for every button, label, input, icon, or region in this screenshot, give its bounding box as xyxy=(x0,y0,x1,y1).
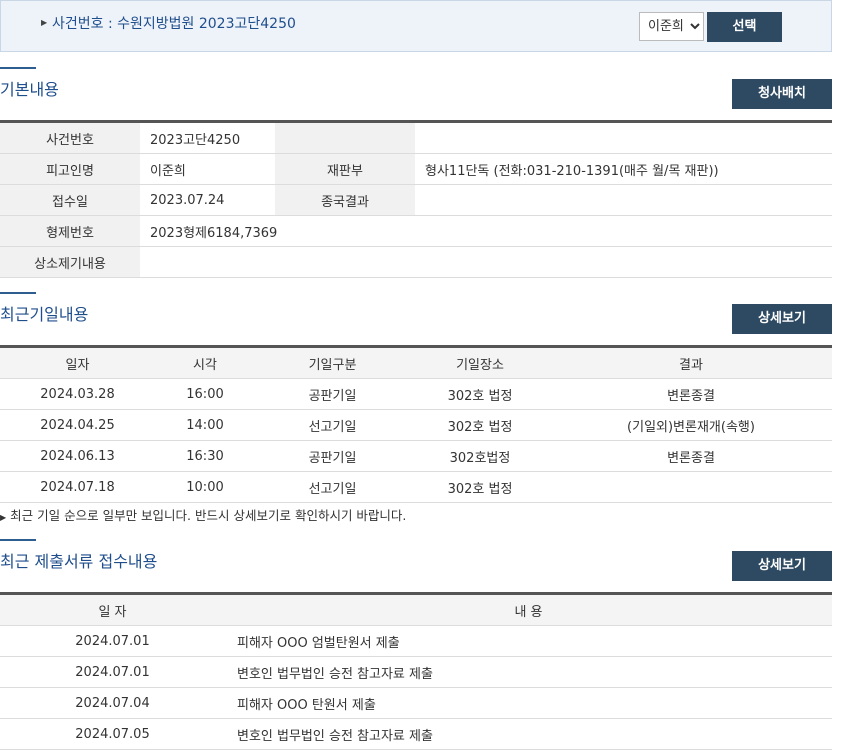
table-row: 2024.06.13 16:30 공판기일 302호법정 변론종결 xyxy=(0,440,832,472)
empty-label xyxy=(275,121,415,154)
hearings-note-text: 최근 기일 순으로 일부만 보입니다. 반드시 상세보기로 확인하시기 바랍니다… xyxy=(10,508,407,523)
table-row: 2024.07.01 변호인 법무법인 승전 참고자료 제출 xyxy=(0,656,832,688)
sentence-no-label: 형제번호 xyxy=(0,215,140,247)
hearings-detail-button[interactable]: 상세보기 xyxy=(732,304,832,334)
hearing-result: 변론종결 xyxy=(550,378,832,410)
table-row: 상소제기내용 xyxy=(0,246,832,278)
column-header: 내 용 xyxy=(225,593,832,626)
table-header-row: 일자 시각 기일구분 기일장소 결과 xyxy=(0,346,832,379)
hearing-result xyxy=(550,471,832,503)
appeal-value xyxy=(140,246,832,278)
empty-value xyxy=(415,121,832,154)
hearings-table: 일자 시각 기일구분 기일장소 결과 2024.03.28 16:00 공판기일… xyxy=(0,345,832,503)
bullet-icon: ▶ xyxy=(41,18,48,27)
table-row: 2024.07.05 변호인 법무법인 승전 참고자료 제출 xyxy=(0,718,832,750)
receipt-date-value: 2023.07.24 xyxy=(140,184,275,216)
hearing-date: 2024.06.13 xyxy=(0,440,155,472)
document-date: 2024.07.01 xyxy=(0,625,225,657)
table-row: 2024.04.25 14:00 선고기일 302호 법정 (기일외)변론재개(… xyxy=(0,409,832,441)
hearing-type: 선고기일 xyxy=(255,409,410,441)
court-value: 형사11단독 (전화:031-210-1391(매주 월/목 재판)) xyxy=(415,153,832,185)
section-marker xyxy=(0,539,36,541)
column-header: 결과 xyxy=(550,346,832,379)
table-row: 2024.07.04 피해자 OOO 탄원서 제출 xyxy=(0,687,832,719)
documents-section-title: 최근 제출서류 접수내용 xyxy=(0,552,158,571)
column-header: 시각 xyxy=(155,346,255,379)
table-row: 형제번호 2023형제6184,7369 xyxy=(0,215,832,247)
hearing-result: 변론종결 xyxy=(550,440,832,472)
table-row: 사건번호 2023고단4250 xyxy=(0,121,832,154)
bullet-icon: ▶ xyxy=(0,513,7,522)
hearing-date: 2024.03.28 xyxy=(0,378,155,410)
hearing-time: 10:00 xyxy=(155,471,255,503)
document-date: 2024.07.04 xyxy=(0,687,225,719)
section-marker xyxy=(0,292,36,294)
person-select[interactable]: 이준희 xyxy=(639,12,704,41)
column-header: 일 자 xyxy=(0,593,225,626)
hearing-place: 302호 법정 xyxy=(410,471,550,503)
table-row: 접수일 2023.07.24 종국결과 xyxy=(0,184,832,216)
document-date: 2024.07.05 xyxy=(0,718,225,750)
basic-info-table: 사건번호 2023고단4250 피고인명 이준희 재판부 형사11단독 (전화:… xyxy=(0,120,832,278)
column-header: 기일장소 xyxy=(410,346,550,379)
column-header: 일자 xyxy=(0,346,155,379)
hearing-date: 2024.04.25 xyxy=(0,409,155,441)
table-row: 2024.03.28 16:00 공판기일 302호 법정 변론종결 xyxy=(0,378,832,410)
basic-section-title: 기본내용 xyxy=(0,80,59,99)
document-date: 2024.07.01 xyxy=(0,656,225,688)
hearing-date: 2024.07.18 xyxy=(0,471,155,503)
hearing-type: 선고기일 xyxy=(255,471,410,503)
case-header-bar: ▶ 사건번호 : 수원지방법원 2023고단4250 이준희 선택 xyxy=(0,0,832,52)
defendant-label: 피고인명 xyxy=(0,153,140,185)
hearing-type: 공판기일 xyxy=(255,378,410,410)
table-row: 2024.07.18 10:00 선고기일 302호 법정 xyxy=(0,471,832,503)
case-no-label: 사건번호 xyxy=(0,121,140,154)
document-content: 피해자 OOO 엄벌탄원서 제출 xyxy=(225,625,832,657)
documents-table: 일 자 내 용 2024.07.01 피해자 OOO 엄벌탄원서 제출 2024… xyxy=(0,592,832,750)
hearing-place: 302호 법정 xyxy=(410,409,550,441)
hearing-time: 16:30 xyxy=(155,440,255,472)
document-content: 피해자 OOO 탄원서 제출 xyxy=(225,687,832,719)
appeal-label: 상소제기내용 xyxy=(0,246,140,278)
section-marker xyxy=(0,67,36,69)
hearing-place: 302호법정 xyxy=(410,440,550,472)
hearings-section-title: 최근기일내용 xyxy=(0,305,89,324)
final-result-value xyxy=(415,184,832,216)
table-row: 2024.07.01 피해자 OOO 엄벌탄원서 제출 xyxy=(0,625,832,657)
hearing-result: (기일외)변론재개(속행) xyxy=(550,409,832,441)
select-button[interactable]: 선택 xyxy=(707,12,782,42)
final-result-label: 종국결과 xyxy=(275,184,415,216)
document-content: 변호인 법무법인 승전 참고자료 제출 xyxy=(225,656,832,688)
hearing-place: 302호 법정 xyxy=(410,378,550,410)
table-header-row: 일 자 내 용 xyxy=(0,593,832,626)
sentence-no-value: 2023형제6184,7369 xyxy=(140,215,832,247)
documents-detail-button[interactable]: 상세보기 xyxy=(732,551,832,581)
case-no-value: 2023고단4250 xyxy=(140,121,275,154)
hearing-type: 공판기일 xyxy=(255,440,410,472)
receipt-date-label: 접수일 xyxy=(0,184,140,216)
hearings-note: ▶ 최근 기일 순으로 일부만 보입니다. 반드시 상세보기로 확인하시기 바랍니… xyxy=(0,505,406,524)
case-title: 사건번호 : 수원지방법원 2023고단4250 xyxy=(52,16,296,32)
hearing-time: 16:00 xyxy=(155,378,255,410)
hearing-time: 14:00 xyxy=(155,409,255,441)
defendant-value: 이준희 xyxy=(140,153,275,185)
column-header: 기일구분 xyxy=(255,346,410,379)
table-row: 피고인명 이준희 재판부 형사11단독 (전화:031-210-1391(매주 … xyxy=(0,153,832,185)
building-layout-button[interactable]: 청사배치 xyxy=(732,79,832,109)
court-label: 재판부 xyxy=(275,153,415,185)
document-content: 변호인 법무법인 승전 참고자료 제출 xyxy=(225,718,832,750)
